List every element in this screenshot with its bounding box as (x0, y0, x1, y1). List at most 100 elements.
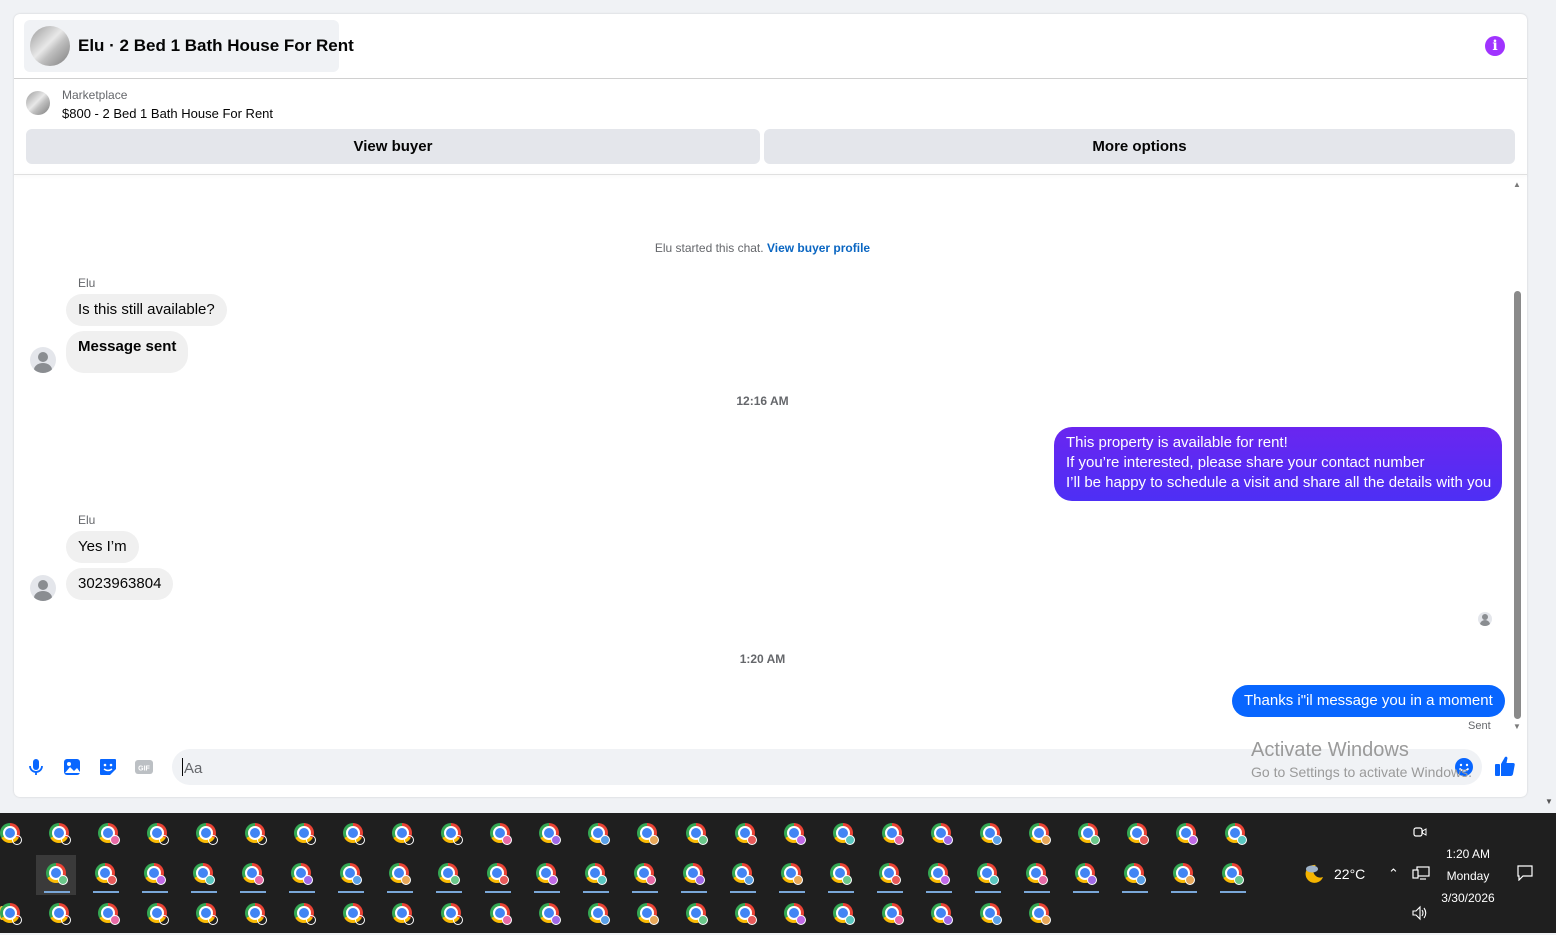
chrome-taskbar-button[interactable] (88, 815, 128, 855)
chrome-taskbar-button[interactable] (820, 855, 860, 895)
view-buyer-profile-link[interactable]: View buyer profile (767, 241, 870, 255)
chrome-taskbar-button[interactable] (526, 855, 566, 895)
taskbar-clock[interactable]: 1:20 AM Monday 3/30/2026 (1432, 843, 1504, 909)
chrome-taskbar-button[interactable] (186, 815, 226, 855)
chrome-taskbar-button[interactable] (137, 895, 177, 935)
chrome-taskbar-button[interactable] (183, 855, 223, 895)
chrome-taskbar-button[interactable] (529, 895, 569, 935)
chrome-taskbar-button[interactable] (330, 855, 370, 895)
chrome-taskbar-button[interactable] (967, 855, 1007, 895)
chrome-taskbar-button[interactable] (1215, 815, 1255, 855)
buyer-avatar[interactable] (30, 575, 56, 601)
chrome-taskbar-button[interactable] (872, 815, 912, 855)
chrome-taskbar-button[interactable] (774, 895, 814, 935)
chrome-taskbar-button[interactable] (477, 855, 517, 895)
chrome-taskbar-button[interactable] (673, 855, 713, 895)
page-scroll-down-arrow[interactable]: ▼ (1545, 797, 1553, 806)
gif-icon[interactable]: GIF (134, 757, 154, 777)
chrome-taskbar-button[interactable] (39, 815, 79, 855)
chrome-taskbar-button[interactable] (235, 895, 275, 935)
message-input-wrapper[interactable] (172, 749, 1482, 785)
chrome-taskbar-button[interactable] (1068, 815, 1108, 855)
chrome-taskbar-button[interactable] (722, 855, 762, 895)
thumbs-up-icon[interactable] (1494, 755, 1516, 777)
chrome-taskbar-button[interactable] (624, 855, 664, 895)
notifications-icon[interactable] (1517, 865, 1533, 881)
chrome-taskbar-button[interactable] (232, 855, 272, 895)
weather-moon-icon[interactable] (1302, 862, 1326, 886)
message-input[interactable] (182, 755, 1446, 781)
microphone-icon[interactable] (26, 757, 46, 777)
chrome-taskbar-button[interactable] (39, 895, 79, 935)
chrome-taskbar-button[interactable] (382, 815, 422, 855)
chrome-taskbar-button[interactable] (921, 815, 961, 855)
chrome-taskbar-button[interactable] (578, 815, 618, 855)
chrome-taskbar-button[interactable] (872, 895, 912, 935)
chrome-taskbar-button[interactable] (627, 815, 667, 855)
chrome-taskbar-button[interactable] (1166, 815, 1206, 855)
chrome-taskbar-button[interactable] (333, 815, 373, 855)
chrome-taskbar-button[interactable] (1212, 855, 1252, 895)
info-icon[interactable]: i (1485, 36, 1505, 56)
chrome-taskbar-button[interactable] (134, 855, 174, 895)
buyer-avatar[interactable] (30, 347, 56, 373)
network-icon[interactable] (1412, 865, 1430, 881)
chrome-taskbar-button[interactable] (284, 815, 324, 855)
scroll-up-arrow[interactable]: ▲ (1513, 180, 1521, 189)
chrome-taskbar-button[interactable] (382, 895, 422, 935)
outgoing-message[interactable]: Thanks i"il message you in a moment (1232, 685, 1505, 717)
conversation-title-button[interactable]: Elu · 2 Bed 1 Bath House For Rent (24, 20, 354, 72)
incoming-message[interactable]: Message sent (66, 331, 189, 373)
chrome-taskbar-button[interactable] (480, 895, 520, 935)
chrome-taskbar-button[interactable] (970, 895, 1010, 935)
chrome-taskbar-button[interactable] (918, 855, 958, 895)
more-options-button[interactable]: More options (764, 129, 1515, 164)
chrome-taskbar-button[interactable] (676, 895, 716, 935)
chrome-taskbar-button[interactable] (85, 855, 125, 895)
chrome-taskbar-button[interactable] (774, 815, 814, 855)
weather-temperature[interactable]: 22°C (1334, 866, 1365, 882)
chrome-taskbar-button[interactable] (1016, 855, 1056, 895)
chrome-taskbar-button[interactable] (1019, 895, 1059, 935)
chrome-taskbar-button[interactable] (281, 855, 321, 895)
chrome-taskbar-button[interactable] (529, 815, 569, 855)
chrome-taskbar-button[interactable] (1117, 815, 1157, 855)
chrome-taskbar-button[interactable] (284, 895, 324, 935)
chrome-taskbar-button[interactable] (431, 895, 471, 935)
chrome-taskbar-button[interactable] (333, 895, 373, 935)
chrome-taskbar-button[interactable] (36, 855, 76, 895)
scrollbar-thumb[interactable] (1514, 291, 1521, 719)
chrome-taskbar-button[interactable] (725, 815, 765, 855)
marketplace-listing[interactable]: Marketplace $800 - 2 Bed 1 Bath House Fo… (14, 79, 1527, 127)
chrome-taskbar-button[interactable] (869, 855, 909, 895)
incoming-message[interactable]: 3023963804 (66, 568, 174, 600)
chrome-taskbar-button[interactable] (771, 855, 811, 895)
chrome-taskbar-button[interactable] (1065, 855, 1105, 895)
chrome-taskbar-button[interactable] (0, 815, 30, 855)
chrome-taskbar-button[interactable] (921, 895, 961, 935)
chrome-taskbar-button[interactable] (1114, 855, 1154, 895)
meet-now-icon[interactable] (1413, 825, 1427, 839)
chrome-taskbar-button[interactable] (137, 815, 177, 855)
chrome-taskbar-button[interactable] (428, 855, 468, 895)
chrome-taskbar-button[interactable] (1163, 855, 1203, 895)
chrome-taskbar-button[interactable] (0, 895, 30, 935)
view-buyer-button[interactable]: View buyer (26, 129, 760, 164)
emoji-icon[interactable] (1454, 757, 1474, 777)
chrome-taskbar-button[interactable] (379, 855, 419, 895)
chrome-taskbar-button[interactable] (186, 895, 226, 935)
photo-icon[interactable] (62, 757, 82, 777)
incoming-message[interactable]: Yes I’m (66, 531, 139, 563)
incoming-message[interactable]: Is this still available? (66, 294, 227, 326)
chrome-taskbar-button[interactable] (431, 815, 471, 855)
chrome-taskbar-button[interactable] (235, 815, 275, 855)
show-hidden-icons-chevron-icon[interactable]: ⌃ (1388, 866, 1399, 882)
chrome-taskbar-button[interactable] (676, 815, 716, 855)
chrome-taskbar-button[interactable] (88, 895, 128, 935)
scroll-down-arrow[interactable]: ▼ (1513, 722, 1521, 731)
chrome-taskbar-button[interactable] (970, 815, 1010, 855)
volume-icon[interactable] (1411, 905, 1429, 921)
chrome-taskbar-button[interactable] (725, 895, 765, 935)
sticker-icon[interactable] (98, 757, 118, 777)
chrome-taskbar-button[interactable] (480, 815, 520, 855)
